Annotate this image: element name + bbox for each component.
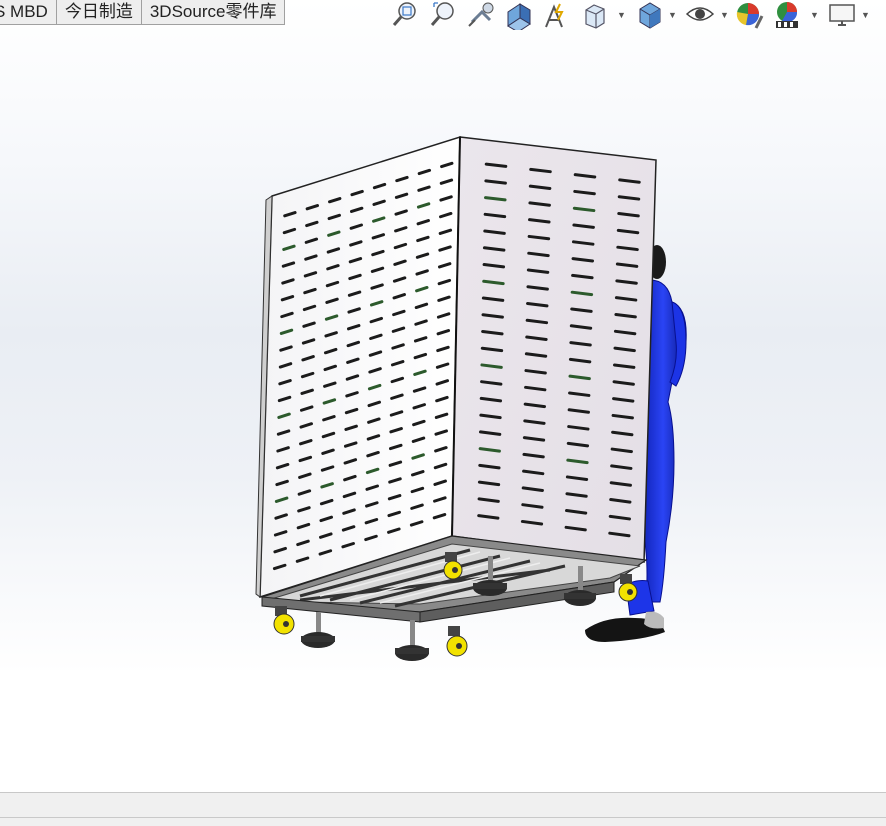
zoom-to-area-icon[interactable]	[428, 0, 460, 30]
hide-show-dropdown-icon[interactable]: ▼	[720, 10, 729, 20]
tab-mbd[interactable]: S MBD	[0, 0, 57, 25]
edit-appearance-icon[interactable]	[734, 0, 766, 30]
view-orientation-dropdown-icon[interactable]: ▼	[617, 10, 626, 20]
tab-3dsource[interactable]: 3DSource零件库	[141, 0, 286, 25]
caster-wheel	[618, 574, 638, 602]
status-bar	[0, 792, 886, 826]
view-settings-icon[interactable]	[826, 0, 858, 30]
view-settings-dropdown-icon[interactable]: ▼	[861, 10, 870, 20]
cabinet-right-panel[interactable]	[451, 136, 657, 563]
leveling-foot	[395, 620, 429, 661]
display-style-icon[interactable]	[634, 0, 666, 30]
zoom-to-fit-icon[interactable]	[390, 0, 422, 30]
section-view-icon[interactable]	[504, 0, 536, 30]
apply-scene-icon[interactable]	[772, 0, 804, 30]
tab-jinri-zhizao[interactable]: 今日制造	[56, 0, 142, 25]
previous-view-icon[interactable]	[466, 0, 498, 30]
leveling-foot	[301, 612, 335, 648]
tab-bar: S MBD 今日制造 3DSource零件库	[0, 0, 286, 25]
cabinet-left-panel[interactable]	[255, 135, 461, 599]
apply-scene-dropdown-icon[interactable]: ▼	[810, 10, 819, 20]
caster-wheel	[273, 606, 295, 635]
caster-wheel	[446, 626, 468, 657]
hide-show-items-icon[interactable]	[684, 0, 716, 30]
status-divider	[0, 817, 886, 818]
view-orientation-icon[interactable]	[580, 0, 612, 30]
display-style-dropdown-icon[interactable]: ▼	[668, 10, 677, 20]
dynamic-annotation-icon[interactable]	[542, 0, 574, 30]
model-scene[interactable]	[0, 0, 886, 792]
